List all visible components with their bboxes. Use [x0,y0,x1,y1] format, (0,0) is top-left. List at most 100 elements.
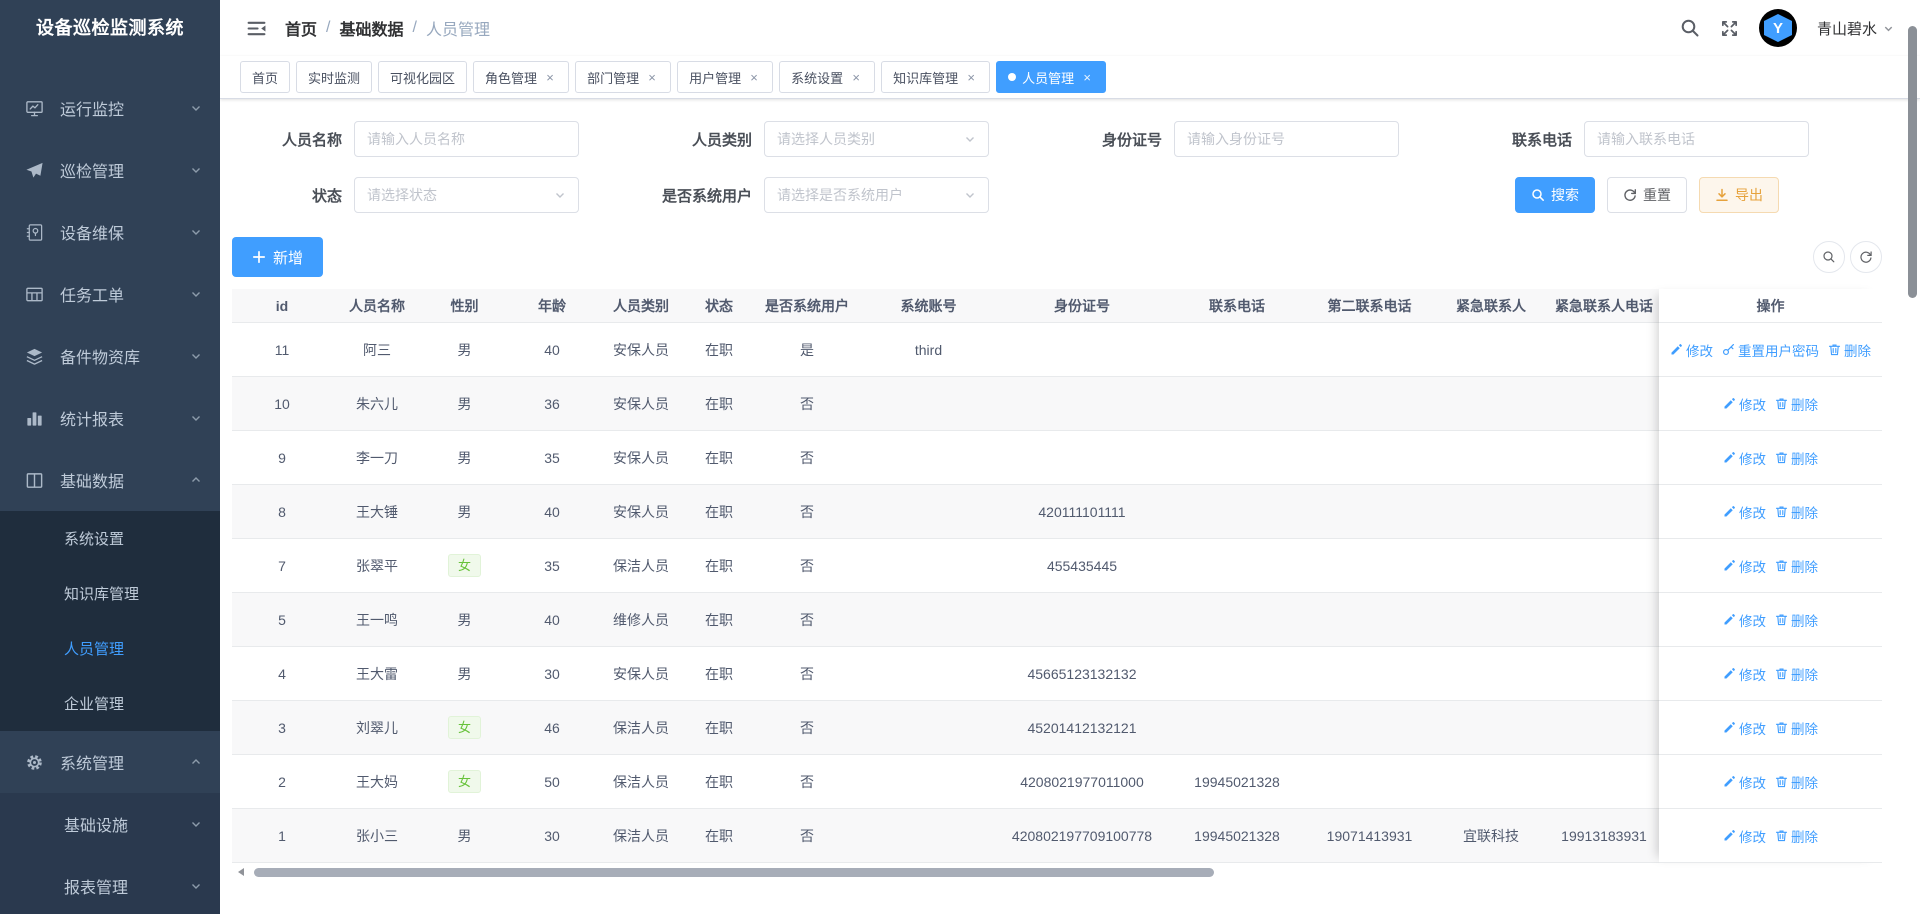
add-button[interactable]: 新增 [232,237,323,277]
breadcrumb-separator: / [326,19,330,37]
cell-phone2 [1306,431,1433,485]
tab[interactable]: 知识库管理× [881,61,990,93]
column-header: 状态 [685,289,753,323]
horizontal-scrollbar-thumb[interactable] [254,868,1214,877]
cell-category: 安保人员 [597,485,685,539]
add-button-label: 新增 [273,247,303,268]
tab[interactable]: 角色管理× [473,61,569,93]
sidebar-item[interactable]: 设备维保 [0,201,220,263]
export-button[interactable]: 导出 [1699,177,1779,213]
tab-label: 部门管理 [587,68,639,87]
table-refresh-button[interactable] [1850,241,1882,273]
edit-button[interactable]: 修改 [1723,718,1766,738]
delete-button[interactable]: 删除 [1775,448,1818,468]
table-search-button[interactable] [1813,241,1845,273]
user-menu[interactable]: 青山碧水 [1817,18,1894,39]
cell-emergency-phone [1549,701,1659,755]
action-label: 删除 [1791,502,1818,522]
breadcrumb: 首页 / 基础数据 / 人员管理 [285,16,490,40]
chevron-down-icon [190,350,202,362]
delete-button[interactable]: 删除 [1828,340,1871,360]
breadcrumb-current: 人员管理 [426,16,490,40]
edit-button[interactable]: 修改 [1723,448,1766,468]
edit-button[interactable]: 修改 [1670,340,1713,360]
sidebar-item[interactable]: 备件物资库 [0,325,220,387]
tab[interactable]: 部门管理 × [575,61,671,93]
tab[interactable]: 用户管理× [677,61,773,93]
delete-button[interactable]: 删除 [1775,718,1818,738]
tab-label: 可视化园区 [390,68,455,87]
close-icon[interactable]: × [645,70,659,84]
scrollbar-left-arrow-icon[interactable] [238,868,244,876]
is-system-user-select[interactable]: 请选择是否系统用户 [764,177,989,213]
delete-button[interactable]: 删除 [1775,826,1818,846]
search-icon[interactable] [1680,18,1700,38]
table-header: id人员名称性别年龄人员类别状态是否系统用户系统账号身份证号联系电话第二联系电话… [232,289,1882,323]
breadcrumb-home[interactable]: 首页 [285,16,317,40]
close-icon[interactable]: × [964,70,978,84]
sidebar-item[interactable]: 运行监控 [0,77,220,139]
edit-button[interactable]: 修改 [1723,826,1766,846]
breadcrumb-base-data[interactable]: 基础数据 [339,16,403,40]
edit-button[interactable]: 修改 [1723,610,1766,630]
delete-button[interactable]: 删除 [1775,556,1818,576]
delete-button[interactable]: 删除 [1775,502,1818,522]
column-header: 第二联系电话 [1306,289,1433,323]
sidebar-item[interactable]: 任务工单 [0,263,220,325]
close-icon[interactable]: × [1080,70,1094,84]
delete-button[interactable]: 删除 [1775,610,1818,630]
sidebar-subitem[interactable]: 企业管理 [0,676,220,731]
chevron-down-icon [190,412,202,424]
sidebar-item[interactable]: 基础数据 [0,449,220,511]
tab[interactable]: 实时监测 [296,61,372,93]
id-card-input[interactable] [1174,121,1399,157]
delete-button[interactable]: 删除 [1775,772,1818,792]
reset-password-button[interactable]: 重置用户密码 [1722,340,1819,360]
close-icon[interactable]: × [543,70,557,84]
sidebar-item[interactable]: 巡检管理 [0,139,220,201]
person-name-input[interactable] [354,121,579,157]
hamburger-icon[interactable] [246,18,267,39]
edit-button[interactable]: 修改 [1723,394,1766,414]
status-select[interactable]: 请选择状态 [354,177,579,213]
table-tools [1813,241,1882,273]
sidebar-subitem[interactable]: 报表管理 [0,855,220,914]
cell-is-system-user: 否 [753,809,861,863]
edit-button[interactable]: 修改 [1723,664,1766,684]
sidebar-subitem[interactable]: 基础设施 [0,793,220,855]
reset-button[interactable]: 重置 [1607,177,1687,213]
avatar[interactable]: Y [1759,9,1797,47]
select-placeholder: 请选择状态 [367,185,437,205]
close-icon[interactable]: × [849,70,863,84]
contact-phone-input[interactable] [1584,121,1809,157]
person-category-select[interactable]: 请选择人员类别 [764,121,989,157]
sidebar-subitem[interactable]: 人员管理 [0,621,220,676]
sidebar-subitem[interactable]: 知识库管理 [0,566,220,621]
cell-account [861,539,996,593]
delete-button[interactable]: 删除 [1775,394,1818,414]
cell-status: 在职 [685,539,753,593]
tab[interactable]: 可视化园区 [378,61,467,93]
sidebar-item[interactable]: 系统管理 [0,731,220,793]
edit-button[interactable]: 修改 [1723,502,1766,522]
tab-active[interactable]: 人员管理× [996,61,1106,93]
sidebar-item[interactable]: 统计报表 [0,387,220,449]
tab[interactable]: 系统设置× [779,61,875,93]
select-placeholder: 请选择是否系统用户 [777,185,903,205]
close-icon[interactable]: × [747,70,761,84]
cell-emergency-phone: 19913183931 [1549,809,1659,863]
edit-icon [1723,775,1736,788]
action-label: 修改 [1739,394,1766,414]
fullscreen-icon[interactable] [1720,19,1739,38]
search-button[interactable]: 搜索 [1515,177,1595,213]
edit-button[interactable]: 修改 [1723,556,1766,576]
field-label: 人员类别 [642,129,752,150]
row-actions: 修改 删除 [1659,485,1882,539]
tab[interactable]: 首页 [240,61,290,93]
sidebar-item-label: 设备维保 [60,220,190,244]
delete-button[interactable]: 删除 [1775,664,1818,684]
vertical-scrollbar-thumb[interactable] [1908,26,1917,298]
cell-is-system-user: 否 [753,593,861,647]
edit-button[interactable]: 修改 [1723,772,1766,792]
sidebar-subitem[interactable]: 系统设置 [0,511,220,566]
